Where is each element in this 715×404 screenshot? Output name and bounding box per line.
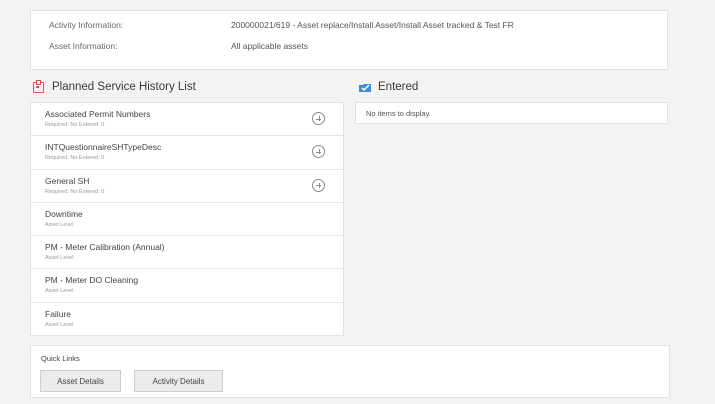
quick-links-title: Quick Links: [41, 354, 80, 363]
list-item-subtitle: Required: No Entered: 0: [45, 155, 105, 162]
list-item[interactable]: INTQuestionnaireSHTypeDesc Required: No …: [31, 136, 343, 170]
list-item-title: PM - Meter DO Cleaning: [45, 275, 139, 286]
clipboard-icon: [33, 79, 44, 93]
list-item-title: Associated Permit Numbers: [45, 109, 151, 119]
list-item-subtitle: Asset Level: [45, 288, 74, 295]
activity-info-panel: Activity Information: 200000021/619 - As…: [30, 10, 668, 70]
list-item-subtitle: Asset Level: [45, 221, 74, 228]
entered-section-title: Entered: [378, 81, 419, 93]
list-item[interactable]: Failure Asset Level: [31, 303, 343, 336]
entered-section-header: Entered: [359, 81, 418, 93]
activity-info-row: Activity Information: 200000021/619 - As…: [49, 20, 514, 30]
activity-info-value: 200000021/619 - Asset replace/Install As…: [231, 20, 514, 30]
activity-info-label: Activity Information:: [49, 20, 124, 30]
asset-info-row: Asset Information: All applicable assets: [49, 41, 308, 51]
list-item-subtitle: Required: No Entered: 0: [45, 188, 105, 195]
plus-circle-icon[interactable]: [312, 112, 325, 125]
list-item-title: General SH: [45, 175, 90, 186]
list-item-title: Downtime: [45, 208, 83, 219]
list-item[interactable]: General SH Required: No Entered: 0: [31, 170, 343, 203]
planned-service-list: Associated Permit Numbers Required: No E…: [30, 102, 344, 336]
list-item[interactable]: Downtime Asset Level: [31, 203, 343, 237]
planned-section-title: Planned Service History List: [52, 81, 196, 93]
list-item-subtitle: Asset Level: [45, 255, 74, 262]
asset-info-value: All applicable assets: [231, 41, 309, 51]
asset-details-button[interactable]: Asset Details: [40, 370, 121, 392]
list-item-subtitle: Required: No Entered: 0: [45, 122, 105, 128]
plus-circle-icon[interactable]: [312, 178, 325, 192]
planned-section-header: Planned Service History List: [33, 79, 196, 93]
list-item[interactable]: PM - Meter Calibration (Annual) Asset Le…: [31, 236, 343, 270]
activity-details-button[interactable]: Activity Details: [134, 370, 223, 392]
list-item[interactable]: PM - Meter DO Cleaning Asset Level: [31, 269, 343, 303]
empty-message: No items to display.: [366, 109, 431, 118]
list-item-title: INTQuestionnaireSHTypeDesc: [45, 142, 162, 153]
list-item-title: PM - Meter Calibration (Annual): [45, 242, 165, 253]
list-item-subtitle: Asset Level: [45, 321, 74, 328]
asset-info-label: Asset Information:: [49, 41, 118, 51]
list-item[interactable]: Associated Permit Numbers Required: No E…: [31, 103, 343, 137]
quick-links-panel: Quick Links Asset Details Activity Detai…: [30, 345, 670, 398]
entered-list: No items to display.: [355, 102, 668, 124]
list-item-title: Failure: [45, 308, 71, 319]
checked-folder-icon: [359, 82, 371, 93]
